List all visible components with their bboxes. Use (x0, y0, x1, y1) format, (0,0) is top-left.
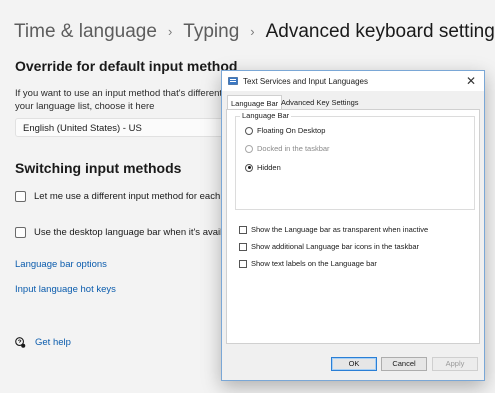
override-description: If you want to use an input method that'… (15, 88, 230, 113)
chevron-right-icon: › (250, 24, 255, 39)
radio-docked-row: Docked in the taskbar (245, 144, 330, 153)
text-labels-checkbox[interactable] (239, 259, 247, 268)
override-description-line2: your language list, choose it here (15, 100, 155, 112)
ok-button[interactable]: OK (331, 357, 377, 371)
additional-icons-checkbox-row[interactable]: Show additional Language bar icons in th… (239, 242, 419, 251)
radio-floating-label: Floating On Desktop (257, 126, 326, 135)
switching-section-title: Switching input methods (15, 160, 182, 176)
page-title: Advanced keyboard settings (265, 21, 495, 42)
desktop-language-bar-checkbox[interactable] (15, 227, 26, 238)
text-services-dialog: Text Services and Input Languages ✕ Lang… (221, 70, 485, 381)
radio-docked (245, 144, 253, 153)
group-label: Language Bar (240, 111, 292, 120)
text-labels-checkbox-row[interactable]: Show text labels on the Language bar (239, 259, 377, 268)
input-method-dropdown[interactable]: English (United States) - US (15, 118, 230, 137)
input-language-hot-keys-link[interactable]: Input language hot keys (15, 284, 116, 295)
cancel-button[interactable]: Cancel (381, 357, 427, 371)
apply-button: Apply (432, 357, 478, 371)
radio-hidden-row[interactable]: Hidden (245, 163, 281, 172)
desktop-language-bar-label: Use the desktop language bar when it's a… (34, 227, 234, 238)
help-icon (15, 337, 26, 348)
tab-advanced-key-settings[interactable]: Advanced Key Settings (278, 97, 362, 109)
per-app-input-checkbox-row[interactable]: Let me use a different input method for … (15, 191, 234, 202)
breadcrumb-typing[interactable]: Typing (183, 18, 239, 46)
get-help-row[interactable]: Get help (15, 337, 71, 348)
breadcrumb: Time & language › Typing › Advanced keyb… (14, 18, 495, 46)
radio-hidden-label: Hidden (257, 163, 281, 172)
close-icon[interactable]: ✕ (458, 71, 484, 91)
language-bar-group: Language Bar Floating On Desktop Docked … (235, 111, 475, 210)
override-description-line1: If you want to use an input method that'… (15, 88, 230, 99)
radio-floating-row[interactable]: Floating On Desktop (245, 126, 325, 135)
per-app-input-label: Let me use a different input method for … (34, 191, 234, 202)
language-bar-options-link[interactable]: Language bar options (15, 259, 107, 270)
radio-floating[interactable] (245, 126, 253, 135)
radio-hidden[interactable] (245, 163, 253, 172)
breadcrumb-time-language[interactable]: Time & language (14, 18, 157, 46)
radio-docked-label: Docked in the taskbar (257, 144, 330, 153)
desktop-language-bar-checkbox-row[interactable]: Use the desktop language bar when it's a… (15, 227, 234, 238)
dialog-title: Text Services and Input Languages (243, 76, 368, 86)
additional-icons-checkbox[interactable] (239, 242, 247, 251)
override-section-title: Override for default input method (15, 58, 238, 74)
get-help-link[interactable]: Get help (35, 337, 71, 348)
keyboard-app-icon (228, 77, 238, 85)
transparent-bar-label: Show the Language bar as transparent whe… (251, 225, 429, 234)
per-app-input-checkbox[interactable] (15, 191, 26, 202)
text-labels-label: Show text labels on the Language bar (251, 259, 377, 268)
transparent-bar-checkbox-row[interactable]: Show the Language bar as transparent whe… (239, 225, 428, 234)
chevron-right-icon: › (167, 24, 173, 39)
language-bar-panel: Language Bar Floating On Desktop Docked … (226, 109, 480, 344)
additional-icons-label: Show additional Language bar icons in th… (251, 242, 420, 251)
dialog-titlebar[interactable]: Text Services and Input Languages ✕ (222, 71, 484, 91)
transparent-bar-checkbox[interactable] (239, 225, 247, 234)
